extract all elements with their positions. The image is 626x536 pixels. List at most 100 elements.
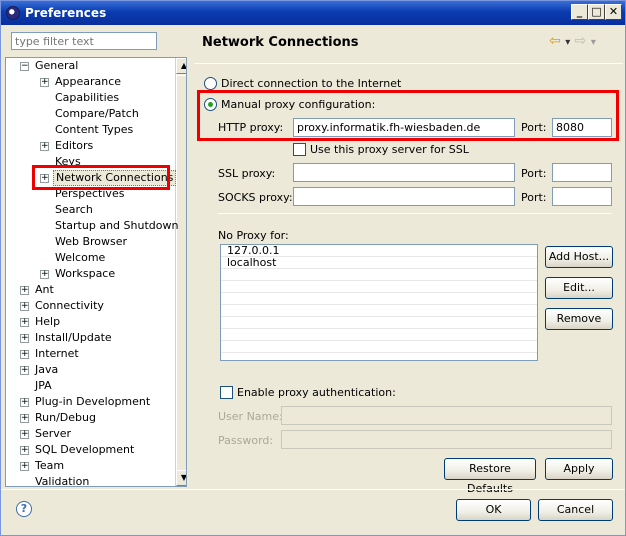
tree-item-label: Validation	[35, 475, 90, 487]
scroll-down-icon[interactable]: ▼	[176, 470, 186, 486]
user-name-input[interactable]	[281, 406, 612, 425]
expand-icon[interactable]: +	[20, 398, 29, 407]
tree-item-label: Connectivity	[35, 299, 104, 312]
enable-auth-label: Enable proxy authentication:	[237, 386, 396, 399]
scroll-thumb[interactable]	[176, 75, 186, 475]
tree-item[interactable]: − General	[6, 58, 174, 74]
page-title: Network Connections	[202, 35, 359, 50]
tree-item[interactable]: Web Browser	[6, 234, 174, 250]
tree-item-label: Workspace	[55, 267, 116, 280]
tree-item[interactable]: + Ant	[6, 282, 174, 298]
tree-item[interactable]: Content Types	[6, 122, 174, 138]
tree-item[interactable]: + Appearance	[6, 74, 174, 90]
socks-proxy-input[interactable]	[293, 187, 515, 206]
tree-item[interactable]: + Workspace	[6, 266, 174, 282]
tree-item[interactable]: + Editors	[6, 138, 174, 154]
close-button[interactable]: ✕	[605, 4, 622, 20]
restore-defaults-button[interactable]: Restore Defaults	[444, 458, 536, 495]
tree-item[interactable]: + SQL Development	[6, 442, 174, 458]
forward-icon[interactable]: ⇨	[575, 33, 587, 49]
tree-item[interactable]: Capabilities	[6, 90, 174, 106]
add-host-button[interactable]: Add Host...	[545, 246, 613, 268]
minimize-button[interactable]: _	[571, 4, 588, 20]
tree-item-label: Install/Update	[35, 331, 112, 344]
tree-item[interactable]: JPA	[6, 378, 174, 394]
tree-item-label: Internet	[35, 347, 79, 360]
direct-connection-radio[interactable]	[204, 77, 217, 90]
expand-icon[interactable]: +	[20, 430, 29, 439]
tree-item[interactable]: Startup and Shutdown	[6, 218, 178, 234]
tree-item[interactable]: + Run/Debug	[6, 410, 174, 426]
enable-auth-checkbox[interactable]	[220, 386, 233, 399]
tree-item[interactable]: + Plug-in Development	[6, 394, 174, 410]
tree-item-label: SQL Development	[35, 443, 135, 456]
tree-item[interactable]: + Internet	[6, 346, 174, 362]
tree-item-label: Startup and Shutdown	[55, 219, 179, 232]
tree-item[interactable]: + Team	[6, 458, 174, 474]
expand-icon[interactable]: +	[20, 446, 29, 455]
expand-icon[interactable]: +	[20, 318, 29, 327]
expand-icon[interactable]: +	[20, 302, 29, 311]
tree-item-label: Capabilities	[55, 91, 120, 104]
network-connections-highlight	[32, 165, 170, 190]
list-item	[221, 293, 537, 305]
remove-button[interactable]: Remove	[545, 308, 613, 330]
title-bar[interactable]: Preferences _ □ ✕	[1, 1, 625, 25]
expand-icon[interactable]: +	[20, 462, 29, 471]
preference-tree[interactable]: ▲ ▼ − General + Appearance Capabilities Compa…	[5, 57, 187, 487]
ssl-proxy-label: SSL proxy:	[218, 167, 276, 180]
tree-scrollbar[interactable]: ▲ ▼	[175, 58, 186, 486]
tree-item-label: JPA	[35, 379, 52, 392]
collapse-icon[interactable]: −	[20, 62, 29, 71]
tree-item[interactable]: + Install/Update	[6, 330, 174, 346]
ssl-port-label: Port:	[521, 167, 547, 180]
cancel-button[interactable]: Cancel	[538, 499, 613, 521]
tree-item[interactable]: + Server	[6, 426, 174, 442]
dialog-divider	[1, 489, 625, 490]
expand-icon[interactable]: +	[20, 350, 29, 359]
expand-icon[interactable]: +	[20, 414, 29, 423]
tree-item[interactable]: Compare/Patch	[6, 106, 174, 122]
expand-icon[interactable]: +	[20, 334, 29, 343]
back-icon[interactable]: ⇦	[549, 33, 561, 49]
password-label: Password:	[218, 434, 274, 447]
expand-icon[interactable]: +	[20, 286, 29, 295]
tree-item-label: Appearance	[55, 75, 122, 88]
list-item	[221, 329, 537, 341]
tree-item[interactable]: Search	[6, 202, 174, 218]
tree-item[interactable]: Validation	[6, 474, 174, 487]
socks-port-input[interactable]	[552, 187, 612, 206]
tree-item-label: Run/Debug	[35, 411, 96, 424]
scroll-up-icon[interactable]: ▲	[176, 58, 186, 74]
tree-item-label: Plug-in Development	[35, 395, 151, 408]
ssl-proxy-input[interactable]	[293, 163, 515, 182]
tree-item-label: Team	[35, 459, 65, 472]
tree-item-label: Welcome	[55, 251, 106, 264]
password-input[interactable]	[281, 430, 612, 449]
socks-port-label: Port:	[521, 191, 547, 204]
apply-button[interactable]: Apply	[545, 458, 613, 480]
nav-icons: ⇦ ▾ ⇨ ▾	[549, 33, 596, 49]
ok-button[interactable]: OK	[456, 499, 531, 521]
socks-proxy-label: SOCKS proxy:	[218, 191, 293, 204]
ssl-port-input[interactable]	[552, 163, 612, 182]
ssl-same-checkbox[interactable]	[293, 143, 306, 156]
expand-icon[interactable]: +	[20, 366, 29, 375]
list-item[interactable]: localhost	[221, 257, 537, 269]
expand-icon[interactable]: +	[40, 142, 49, 151]
forward-dropdown-icon[interactable]: ▾	[591, 37, 596, 48]
filter-input[interactable]	[11, 32, 157, 50]
back-dropdown-icon[interactable]: ▾	[565, 37, 570, 48]
tree-item[interactable]: Welcome	[6, 250, 174, 266]
tree-item[interactable]: + Java	[6, 362, 174, 378]
expand-icon[interactable]: +	[40, 78, 49, 87]
help-icon[interactable]: ?	[16, 501, 32, 517]
tree-item[interactable]: + Help	[6, 314, 174, 330]
edit-button[interactable]: Edit...	[545, 277, 613, 299]
tree-item-label: Server	[35, 427, 72, 440]
maximize-button[interactable]: □	[588, 4, 605, 20]
no-proxy-list[interactable]: 127.0.0.1 localhost	[220, 244, 538, 361]
tree-item[interactable]: + Connectivity	[6, 298, 174, 314]
list-item	[221, 281, 537, 293]
expand-icon[interactable]: +	[40, 270, 49, 279]
